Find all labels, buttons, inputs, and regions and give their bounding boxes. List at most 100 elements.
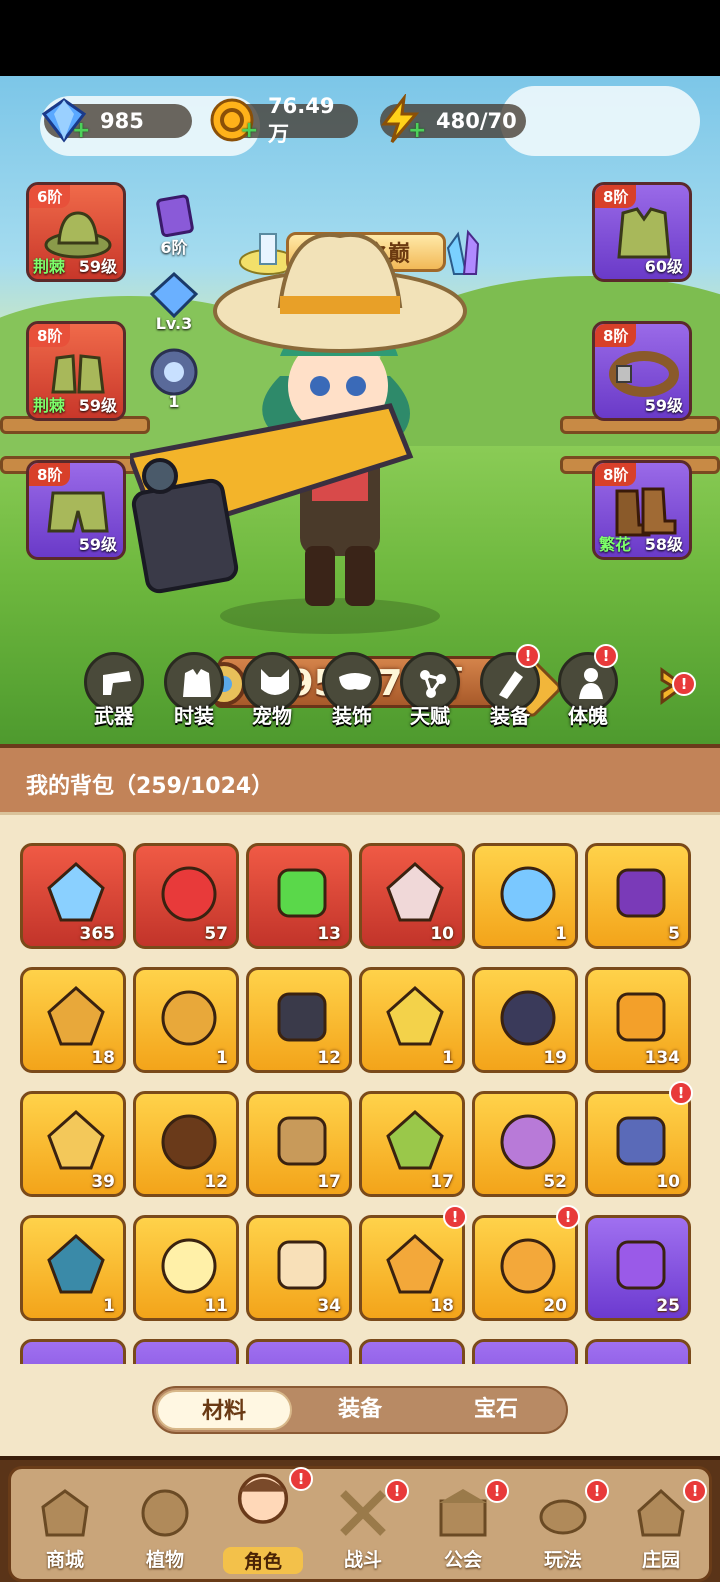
crystal-slot[interactable]: Lv.3 — [146, 271, 202, 333]
bag-title: 我的背包（259/1024） — [26, 774, 274, 799]
inventory-item[interactable]: 18 — [359, 1215, 465, 1321]
inventory-item[interactable]: 34 — [246, 1215, 352, 1321]
inventory-item-partial[interactable] — [246, 1339, 352, 1364]
func-outfit[interactable]: 时装 — [162, 652, 226, 742]
shop-icon — [41, 1489, 89, 1537]
inventory-item[interactable]: 5 — [585, 843, 691, 949]
character-scene: + 985 + 76.49万 + 480/70 试炼之巅 — [0, 76, 720, 744]
func-label: 体魄 — [568, 704, 608, 728]
inventory-item[interactable]: 134 — [585, 967, 691, 1073]
coin-counter[interactable]: + 76.49万 — [210, 94, 358, 146]
func-weapon[interactable]: 武器 — [82, 652, 146, 742]
func-pet[interactable]: 宠物 — [240, 652, 304, 742]
func-equipment[interactable]: 装备 ! — [478, 644, 542, 742]
more-functions-button[interactable]: ! — [652, 664, 696, 708]
item-quantity: 1 — [103, 1296, 115, 1316]
orb-slot[interactable]: 1 — [146, 348, 202, 411]
item-quantity: 57 — [204, 924, 228, 944]
func-decoration[interactable]: 装饰 — [320, 652, 384, 742]
alert-badge: ! — [516, 644, 540, 668]
inventory-item[interactable]: 12 — [133, 1091, 239, 1197]
equip-level: 58级 — [644, 535, 683, 554]
inventory-item-partial[interactable] — [585, 1339, 691, 1364]
equip-slot-hat[interactable]: 6阶 荆棘 59级 — [26, 182, 126, 282]
nav-plant[interactable]: 植物 — [117, 1479, 213, 1579]
inventory-item[interactable]: 19 — [472, 967, 578, 1073]
item-quantity: 52 — [543, 1172, 567, 1192]
inventory-item-partial[interactable] — [359, 1339, 465, 1364]
energy-counter[interactable]: + 480/70 — [380, 94, 526, 143]
equip-level: 59级 — [644, 396, 683, 415]
tab-materials[interactable]: 材料 — [156, 1390, 292, 1430]
equip-level: 59级 — [78, 396, 117, 415]
func-physique[interactable]: 体魄 ! — [556, 644, 620, 742]
tier-badge: 6阶 — [29, 185, 71, 208]
nav-shop[interactable]: 商城 — [17, 1479, 113, 1579]
inventory-item[interactable]: 57 — [133, 843, 239, 949]
tab-equipment[interactable]: 装备 — [292, 1390, 428, 1430]
func-label: 装饰 — [332, 704, 372, 728]
glow-flower-icon — [161, 1238, 217, 1294]
manor-icon — [637, 1488, 685, 1537]
inventory-item[interactable]: 12 — [246, 967, 352, 1073]
character-icon — [237, 1473, 289, 1524]
inventory-item[interactable]: 17 — [359, 1091, 465, 1197]
diamond-counter[interactable]: + 985 — [41, 98, 192, 143]
inventory-item[interactable]: 52 — [472, 1091, 578, 1197]
item-quantity: 18 — [430, 1296, 454, 1316]
mystery-lotus-icon — [500, 1238, 556, 1294]
inventory-item[interactable]: 11 — [133, 1215, 239, 1321]
equip-slot-gloves[interactable]: 8阶 荆棘 59级 — [26, 321, 126, 421]
tab-gems[interactable]: 宝石 — [428, 1390, 564, 1430]
inventory-item[interactable]: 10 — [359, 843, 465, 949]
inventory-item-partial[interactable] — [133, 1339, 239, 1364]
item-quantity: 1 — [442, 1048, 454, 1068]
inventory-item[interactable]: 17 — [246, 1091, 352, 1197]
status-bar — [0, 0, 720, 76]
equip-slot-boots[interactable]: 8阶 繁花 58级 — [592, 460, 692, 560]
nav-battle[interactable]: ! 战斗 — [315, 1479, 411, 1579]
item-quantity: 10 — [430, 924, 454, 944]
water-drop-icon — [500, 866, 556, 922]
inventory-item[interactable]: 20 — [472, 1215, 578, 1321]
inventory-item[interactable]: 25 — [585, 1215, 691, 1321]
orb-icon — [150, 348, 198, 396]
bottom-nav-panel: 商城 植物 ! 角色 ! 战斗 ! 公会 ! 玩法 ! 庄园 — [8, 1466, 712, 1582]
inventory-item[interactable]: 1 — [20, 1215, 126, 1321]
inventory-item[interactable]: 1 — [472, 843, 578, 949]
battle-icon — [340, 1490, 386, 1536]
knot-cookie-icon — [277, 1240, 327, 1290]
inventory-item[interactable]: 1 — [359, 967, 465, 1073]
func-label: 装备 — [490, 704, 530, 728]
inventory-item-partial[interactable] — [20, 1339, 126, 1364]
red-potion-icon — [161, 866, 217, 922]
equip-slot-shorts[interactable]: 8阶 59级 — [26, 460, 126, 560]
inventory-item[interactable]: 39 — [20, 1091, 126, 1197]
star-crystal-icon — [47, 861, 105, 922]
func-talent[interactable]: 天赋 — [398, 652, 462, 742]
inventory-item-partial[interactable] — [472, 1339, 578, 1364]
nav-character[interactable]: ! 角色 — [215, 1463, 313, 1574]
inventory-item[interactable]: 1 — [133, 967, 239, 1073]
alert-badge: ! — [594, 644, 618, 668]
flower-pot-icon — [277, 1116, 327, 1166]
inventory-item[interactable]: 13 — [246, 843, 352, 949]
inventory-item[interactable]: 365 — [20, 843, 126, 949]
inventory-item[interactable]: 10 — [585, 1091, 691, 1197]
equip-slot-belt[interactable]: 8阶 59级 — [592, 321, 692, 421]
item-quantity: 17 — [317, 1172, 341, 1192]
set-tag: 荆棘 — [33, 396, 66, 415]
crystal-icon — [149, 271, 199, 319]
equip-slot-vest[interactable]: 8阶 60级 — [592, 182, 692, 282]
bag-inventory[interactable]: 365 57 13 10 1 5 18 1 12 1 19 134 39 12 17 17 52 10! 1 11 34… — [0, 812, 720, 1364]
nav-label: 商城 — [45, 1549, 84, 1571]
pet-card-slot[interactable]: 6阶 — [146, 194, 202, 257]
nav-manor[interactable]: ! 庄园 — [613, 1479, 709, 1579]
plus-icon: + — [408, 118, 427, 143]
equip-level: 59级 — [78, 257, 117, 276]
nav-guild[interactable]: ! 公会 — [415, 1479, 511, 1579]
bag-header: 我的背包（259/1024） — [0, 744, 720, 812]
gameplay-icon — [539, 1499, 587, 1535]
inventory-item[interactable]: 18 — [20, 967, 126, 1073]
nav-gameplay[interactable]: ! 玩法 — [515, 1479, 611, 1579]
